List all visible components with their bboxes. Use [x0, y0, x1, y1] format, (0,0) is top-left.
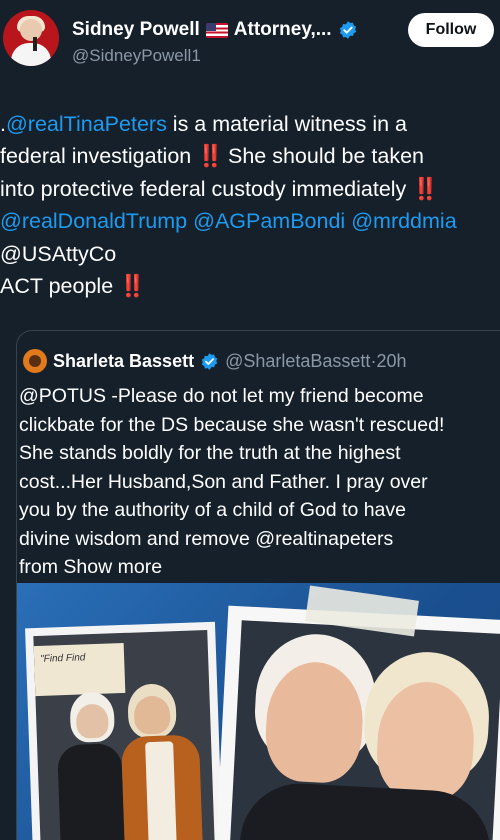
quoted-author-name[interactable]: Sharleta Bassett	[53, 351, 194, 372]
quoted-text-segment: from	[19, 556, 64, 578]
author-name-row[interactable]: Sidney Powell Attorney,...	[72, 16, 358, 44]
show-more-link[interactable]: Show more	[63, 556, 162, 578]
tweet-body: .@realTinaPeters is a material witness i…	[0, 108, 500, 302]
quoted-line: She stands boldly for the truth at the h…	[19, 442, 401, 464]
author-display-name[interactable]: Sidney Powell	[72, 19, 200, 41]
photo-sign: "Find Find	[33, 642, 126, 697]
verified-badge-icon	[201, 352, 218, 370]
mention-link[interactable]: @realTinaPeters	[6, 112, 167, 136]
quoted-line: divine wisdom and remove @realtinapeters	[19, 527, 394, 550]
follow-button[interactable]: Follow	[408, 13, 494, 47]
quoted-line: you by the authority of a child of God t…	[19, 499, 406, 521]
person-silhouette	[133, 695, 171, 735]
verified-badge-icon	[339, 21, 356, 39]
tweet-line-6: ACT people ‼️	[0, 270, 500, 302]
quoted-tweet-card[interactable]: Sharleta Bassett @SharletaBassett · 20h …	[16, 330, 500, 840]
tweet-line-3: into protective federal custody immediat…	[0, 173, 500, 205]
double-exclamation-emoji: ‼️	[412, 176, 439, 201]
polaroid-photo-left: "Find Find	[25, 621, 223, 840]
person-silhouette	[75, 703, 109, 739]
author-title-suffix[interactable]: Attorney,...	[234, 19, 332, 41]
quoted-tweet-header: Sharleta Bassett @SharletaBassett · 20h	[23, 348, 406, 374]
tweet-line-2: federal investigation ‼️ She should be t…	[0, 140, 500, 172]
tweet-text-segment: is a material witness in a	[166, 112, 408, 136]
mention-link[interactable]: @mrddmia	[351, 209, 456, 233]
quoted-line-last: from Show more	[19, 553, 499, 582]
quoted-tweet-body: @POTUS -Please do not let my friend beco…	[19, 382, 499, 582]
author-handle[interactable]: @SidneyPowell1	[72, 46, 201, 66]
tweet-line-1: .@realTinaPeters is a material witness i…	[0, 108, 500, 140]
mention-link[interactable]: @realDonaldTrump	[0, 209, 187, 233]
tweet-text-segment: She should be taken	[222, 144, 425, 169]
tweet-line-4: @realDonaldTrump @AGPamBondi @mrddmia	[0, 205, 500, 237]
double-exclamation-emoji: ‼️	[197, 144, 224, 169]
tweet-text-segment: @USAttyCo	[0, 241, 117, 266]
tweet-text-segment: ACT people	[0, 273, 120, 298]
mention-link[interactable]: @AGPamBondi	[193, 209, 345, 233]
quoted-author-avatar[interactable]	[23, 349, 47, 373]
us-flag-icon	[205, 22, 228, 38]
quoted-line: cost...Her Husband,Son and Father. I pra…	[19, 470, 428, 493]
double-exclamation-emoji: ‼️	[119, 273, 146, 298]
tweet-text-segment: into protective federal custody immediat…	[0, 176, 413, 201]
quoted-author-handle[interactable]: @SharletaBassett	[225, 351, 370, 372]
tweet-line-5: @USAttyCo	[0, 238, 500, 270]
person-silhouette	[145, 741, 178, 840]
person-silhouette	[57, 743, 126, 840]
quoted-line: clickbate for the DS because she wasn't …	[19, 413, 445, 436]
quoted-timestamp[interactable]: 20h	[376, 351, 406, 372]
tweet-text-segment: federal investigation	[0, 144, 198, 169]
author-avatar[interactable]	[3, 10, 59, 66]
quoted-media-image[interactable]: "Find Find	[17, 583, 500, 840]
polaroid-photo-right	[215, 605, 500, 840]
tweet-header: Sidney Powell Attorney,... @SidneyPowell…	[0, 0, 500, 90]
quoted-line: @POTUS -Please do not let my friend beco…	[19, 385, 424, 407]
